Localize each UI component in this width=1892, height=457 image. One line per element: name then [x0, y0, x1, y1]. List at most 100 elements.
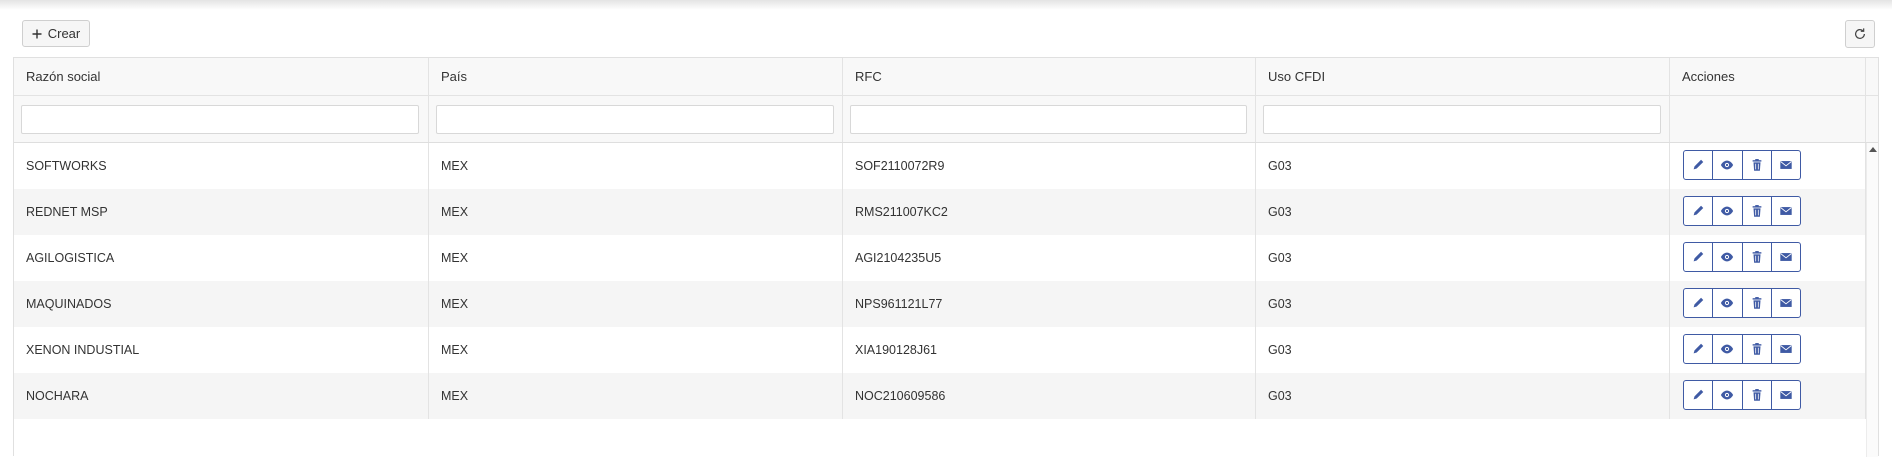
create-button-label: Crear — [47, 26, 81, 41]
view-button[interactable] — [1713, 335, 1743, 363]
cell-uso-cfdi: G03 — [1256, 373, 1670, 419]
eye-icon — [1721, 390, 1734, 400]
column-header-acciones: Acciones — [1670, 58, 1866, 95]
cell-pais: MEX — [429, 235, 843, 281]
filter-rfc-input[interactable] — [850, 105, 1247, 134]
column-header-uso-cfdi[interactable]: Uso CFDI — [1256, 58, 1670, 95]
column-header-pais[interactable]: País — [429, 58, 843, 95]
top-shadow — [0, 0, 1892, 10]
table-row[interactable]: XENON INDUSTIAL MEX XIA190128J61 G03 — [14, 327, 1866, 373]
delete-button[interactable] — [1743, 151, 1772, 179]
email-button[interactable] — [1772, 289, 1800, 317]
cell-razon-social: NOCHARA — [14, 373, 429, 419]
create-button[interactable]: Crear — [22, 20, 90, 47]
column-header-rfc[interactable]: RFC — [843, 58, 1256, 95]
email-button[interactable] — [1772, 197, 1800, 225]
filter-uso-cfdi-input[interactable] — [1263, 105, 1661, 134]
row-actions — [1683, 334, 1801, 364]
view-button[interactable] — [1713, 151, 1743, 179]
eye-icon — [1721, 160, 1734, 170]
table-row[interactable]: AGILOGISTICA MEX AGI2104235U5 G03 — [14, 235, 1866, 281]
edit-button[interactable] — [1684, 151, 1714, 179]
refresh-icon — [1855, 28, 1865, 39]
cell-uso-cfdi: G03 — [1256, 235, 1670, 281]
cell-rfc: NPS961121L77 — [843, 281, 1256, 327]
cell-razon-social: SOFTWORKS — [14, 143, 429, 189]
row-actions — [1683, 380, 1801, 410]
envelope-icon — [1780, 207, 1792, 215]
email-button[interactable] — [1772, 243, 1800, 271]
filter-pais-input[interactable] — [436, 105, 834, 134]
eye-icon — [1721, 206, 1734, 216]
cell-razon-social: MAQUINADOS — [14, 281, 429, 327]
delete-button[interactable] — [1743, 335, 1772, 363]
delete-button[interactable] — [1743, 243, 1772, 271]
row-actions — [1683, 196, 1801, 226]
filter-razon-social-input[interactable] — [21, 105, 419, 134]
trash-icon — [1752, 205, 1761, 217]
row-actions — [1683, 242, 1801, 272]
delete-button[interactable] — [1743, 289, 1772, 317]
cell-rfc: SOF2110072R9 — [843, 143, 1256, 189]
cell-rfc: AGI2104235U5 — [843, 235, 1256, 281]
cell-uso-cfdi: G03 — [1256, 189, 1670, 235]
cell-pais: MEX — [429, 281, 843, 327]
edit-button[interactable] — [1684, 243, 1714, 271]
cell-pais: MEX — [429, 189, 843, 235]
trash-icon — [1752, 389, 1761, 401]
edit-button[interactable] — [1684, 289, 1714, 317]
table-row[interactable]: SOFTWORKS MEX SOF2110072R9 G03 — [14, 143, 1866, 189]
envelope-icon — [1780, 345, 1792, 353]
row-actions — [1683, 150, 1801, 180]
trash-icon — [1752, 297, 1761, 309]
table-row[interactable]: MAQUINADOS MEX NPS961121L77 G03 — [14, 281, 1866, 327]
trash-icon — [1752, 159, 1761, 171]
cell-rfc: RMS211007KC2 — [843, 189, 1256, 235]
pencil-icon — [1693, 205, 1704, 216]
delete-button[interactable] — [1743, 381, 1772, 409]
pencil-icon — [1693, 389, 1704, 400]
envelope-icon — [1780, 299, 1792, 307]
data-grid: Razón social País RFC Uso CFDI Acciones … — [13, 57, 1879, 457]
cell-pais: MEX — [429, 143, 843, 189]
column-header-razon-social[interactable]: Razón social — [14, 58, 429, 95]
cell-pais: MEX — [429, 373, 843, 419]
scroll-up-arrow-icon[interactable] — [1869, 146, 1877, 152]
pencil-icon — [1693, 159, 1704, 170]
pencil-icon — [1693, 251, 1704, 262]
pencil-icon — [1693, 343, 1704, 354]
view-button[interactable] — [1713, 381, 1743, 409]
email-button[interactable] — [1772, 381, 1800, 409]
envelope-icon — [1780, 161, 1792, 169]
email-button[interactable] — [1772, 151, 1800, 179]
table-row[interactable]: NOCHARA MEX NOC210609586 G03 — [14, 373, 1866, 419]
cell-uso-cfdi: G03 — [1256, 281, 1670, 327]
filter-row — [14, 96, 1878, 143]
table-row[interactable]: REDNET MSP MEX RMS211007KC2 G03 — [14, 189, 1866, 235]
cell-razon-social: AGILOGISTICA — [14, 235, 429, 281]
filter-cell — [1670, 96, 1866, 142]
cell-rfc: XIA190128J61 — [843, 327, 1256, 373]
cell-rfc: NOC210609586 — [843, 373, 1256, 419]
email-button[interactable] — [1772, 335, 1800, 363]
edit-button[interactable] — [1684, 197, 1714, 225]
edit-button[interactable] — [1684, 381, 1714, 409]
cell-uso-cfdi: G03 — [1256, 143, 1670, 189]
view-button[interactable] — [1713, 243, 1743, 271]
vertical-scrollbar[interactable] — [1866, 143, 1878, 457]
edit-button[interactable] — [1684, 335, 1714, 363]
plus-icon — [32, 29, 42, 38]
view-button[interactable] — [1713, 289, 1743, 317]
view-button[interactable] — [1713, 197, 1743, 225]
envelope-icon — [1780, 391, 1792, 399]
envelope-icon — [1780, 253, 1792, 261]
delete-button[interactable] — [1743, 197, 1772, 225]
eye-icon — [1721, 298, 1734, 308]
pencil-icon — [1693, 297, 1704, 308]
eye-icon — [1721, 252, 1734, 262]
grid-header: Razón social País RFC Uso CFDI Acciones — [14, 58, 1878, 96]
trash-icon — [1752, 343, 1761, 355]
cell-razon-social: XENON INDUSTIAL — [14, 327, 429, 373]
refresh-button[interactable] — [1845, 20, 1875, 48]
row-actions — [1683, 288, 1801, 318]
